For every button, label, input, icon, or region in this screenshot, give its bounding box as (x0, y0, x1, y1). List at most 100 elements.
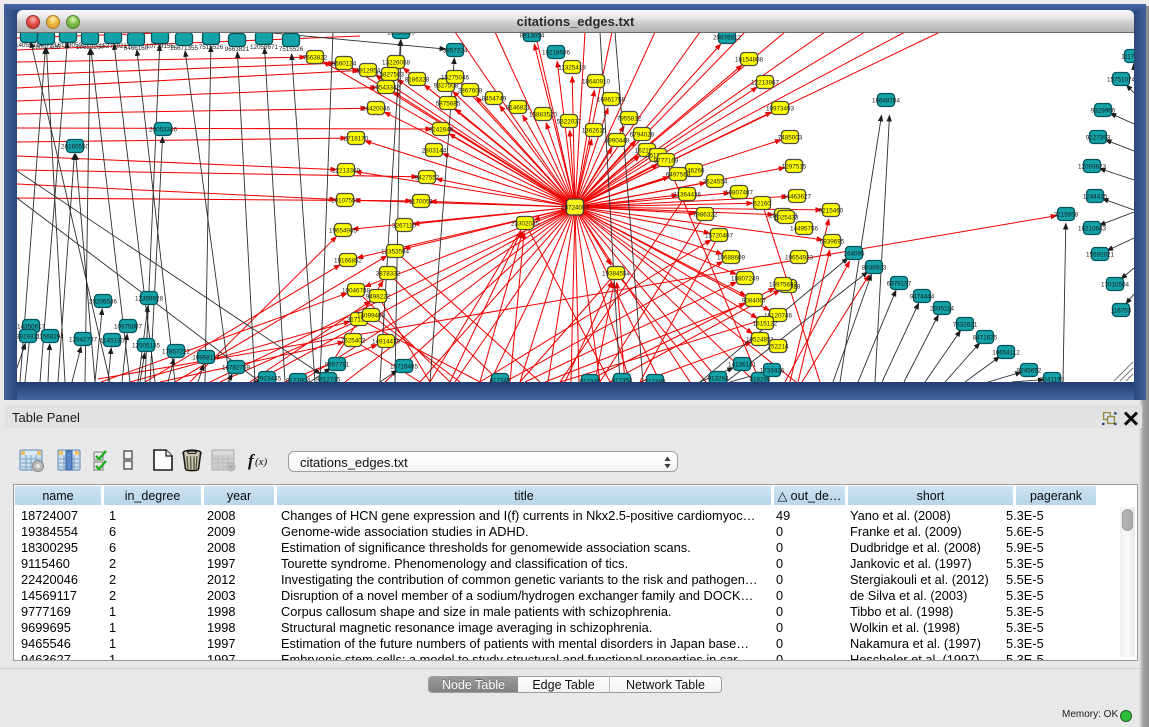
svg-text:10654112: 10654112 (992, 349, 1020, 356)
svg-text:8471675: 8471675 (973, 334, 998, 341)
svg-text:12213967: 12213967 (751, 79, 780, 86)
svg-text:18807249: 18807249 (731, 275, 760, 282)
svg-text:9242848: 9242848 (429, 126, 454, 133)
svg-text:9084067: 9084067 (742, 297, 767, 304)
svg-text:16671355: 16671355 (170, 45, 199, 52)
svg-text:10807487: 10807487 (725, 189, 754, 196)
svg-text:1615132: 1615132 (753, 320, 778, 327)
svg-text:6939695: 6939695 (820, 238, 845, 245)
svg-text:1117503: 1117503 (1121, 53, 1134, 60)
svg-text:16210643: 16210643 (1078, 225, 1107, 232)
svg-text:15751074: 15751074 (1107, 76, 1134, 83)
svg-text:10688609: 10688609 (717, 254, 746, 261)
svg-text:5875685: 5875685 (436, 100, 461, 107)
svg-text:8813054: 8813054 (520, 32, 545, 39)
svg-text:6379197: 6379197 (887, 280, 912, 287)
svg-text:15716485: 15716485 (390, 363, 419, 370)
svg-text:7515526: 7515526 (279, 46, 304, 53)
svg-text:10973493: 10973493 (766, 105, 795, 112)
svg-text:10975692: 10975692 (769, 281, 798, 288)
svg-text:(x): (x) (255, 456, 268, 468)
svg-text:10975887: 10975887 (114, 323, 143, 330)
svg-text:7515526: 7515526 (199, 44, 224, 51)
svg-text:3857224: 3857224 (443, 47, 468, 54)
svg-text:24420046: 24420046 (362, 105, 391, 112)
svg-text:15275046: 15275046 (441, 74, 470, 81)
svg-text:7632621: 7632621 (953, 321, 978, 328)
svg-text:8660124: 8660124 (332, 60, 357, 67)
svg-text:15720407: 15720407 (705, 232, 734, 239)
svg-text:15883520: 15883520 (529, 111, 558, 118)
svg-text:20053346: 20053346 (149, 126, 178, 133)
svg-text:1244415: 1244415 (1083, 193, 1108, 200)
svg-text:12923445: 12923445 (253, 375, 282, 382)
svg-text:7986322: 7986322 (693, 211, 718, 218)
svg-text:3878332: 3878332 (376, 270, 401, 277)
svg-text:3624554: 3624554 (703, 178, 728, 185)
svg-text:9777169: 9777169 (654, 157, 679, 164)
svg-text:9474444: 9474444 (910, 293, 935, 300)
svg-text:15827503: 15827503 (376, 71, 405, 78)
svg-text:62160: 62160 (753, 200, 771, 207)
svg-text:14136141: 14136141 (728, 361, 757, 368)
svg-text:17010504: 17010504 (1101, 281, 1130, 288)
svg-text:21364436: 21364436 (673, 191, 702, 198)
svg-text:11568294: 11568294 (36, 333, 64, 340)
svg-text:2718170: 2718170 (344, 135, 369, 142)
svg-text:9146821: 9146821 (506, 104, 531, 111)
svg-text:16648784: 16648784 (872, 97, 901, 104)
svg-text:10107553: 10107553 (331, 197, 360, 204)
svg-text:20876812: 20876812 (713, 34, 742, 41)
svg-text:9245652: 9245652 (1017, 367, 1042, 374)
svg-text:14495756: 14495756 (790, 225, 819, 232)
svg-text:19654985: 19654985 (329, 227, 358, 234)
svg-text:20206536: 20206536 (89, 298, 118, 305)
svg-text:8454749: 8454749 (482, 95, 507, 102)
svg-text:2935114: 2935114 (930, 305, 955, 312)
svg-text:16782759: 16782759 (222, 364, 251, 371)
svg-text:2803144: 2803144 (422, 147, 447, 154)
svg-text:13226058: 13226058 (382, 59, 411, 66)
svg-text:19218506: 19218506 (542, 49, 571, 56)
svg-text:14914479: 14914479 (372, 338, 401, 345)
svg-text:23302035: 23302035 (511, 220, 540, 227)
svg-text:1733426: 1733426 (760, 367, 785, 374)
svg-text:164095: 164095 (843, 250, 865, 257)
svg-text:2867608: 2867608 (458, 87, 483, 94)
svg-text:9227393: 9227393 (1086, 134, 1111, 141)
svg-text:18640910: 18640910 (582, 78, 611, 85)
svg-text:26160550: 26160550 (61, 143, 90, 150)
svg-text:12505135: 12505135 (132, 342, 161, 349)
svg-text:8990448: 8990448 (605, 137, 630, 144)
svg-text:11325419: 11325419 (558, 64, 586, 71)
svg-text:19654923: 19654923 (785, 254, 814, 261)
svg-text:9427552: 9427552 (415, 174, 440, 181)
svg-text:6497568: 6497568 (666, 171, 691, 178)
svg-text:9329966: 9329966 (1091, 107, 1116, 114)
svg-text:16154808: 16154808 (735, 56, 764, 63)
svg-text:12942737: 12942737 (69, 336, 98, 343)
svg-text:9663821: 9663821 (225, 46, 250, 53)
svg-text:9498222: 9498222 (366, 293, 391, 300)
svg-text:7955812: 7955812 (617, 115, 642, 122)
svg-text:3215958: 3215958 (1054, 211, 1079, 218)
svg-text:913264: 913264 (707, 375, 729, 382)
svg-text:1362615: 1362615 (582, 127, 607, 134)
svg-text:6794028: 6794028 (630, 131, 655, 138)
svg-text:14463627: 14463627 (783, 193, 812, 200)
svg-text:1297515: 1297515 (782, 163, 807, 170)
svg-text:1145130: 1145130 (100, 337, 125, 344)
svg-text:18724007: 18724007 (561, 204, 590, 211)
svg-text:252214: 252214 (767, 343, 789, 350)
svg-text:8938923: 8938923 (862, 264, 887, 271)
svg-text:7625402: 7625402 (341, 337, 366, 344)
svg-text:9657791: 9657791 (325, 361, 350, 368)
svg-text:8186328: 8186328 (405, 76, 430, 83)
svg-text:116753: 116753 (1111, 307, 1132, 314)
svg-text:12058671: 12058671 (250, 44, 279, 51)
svg-text:9215460: 9215460 (819, 207, 844, 214)
svg-text:19166852: 19166852 (334, 257, 363, 264)
svg-text:12359928: 12359928 (135, 295, 164, 302)
svg-text:15592921: 15592921 (1086, 251, 1115, 258)
svg-text:14099489: 14099489 (357, 312, 386, 319)
